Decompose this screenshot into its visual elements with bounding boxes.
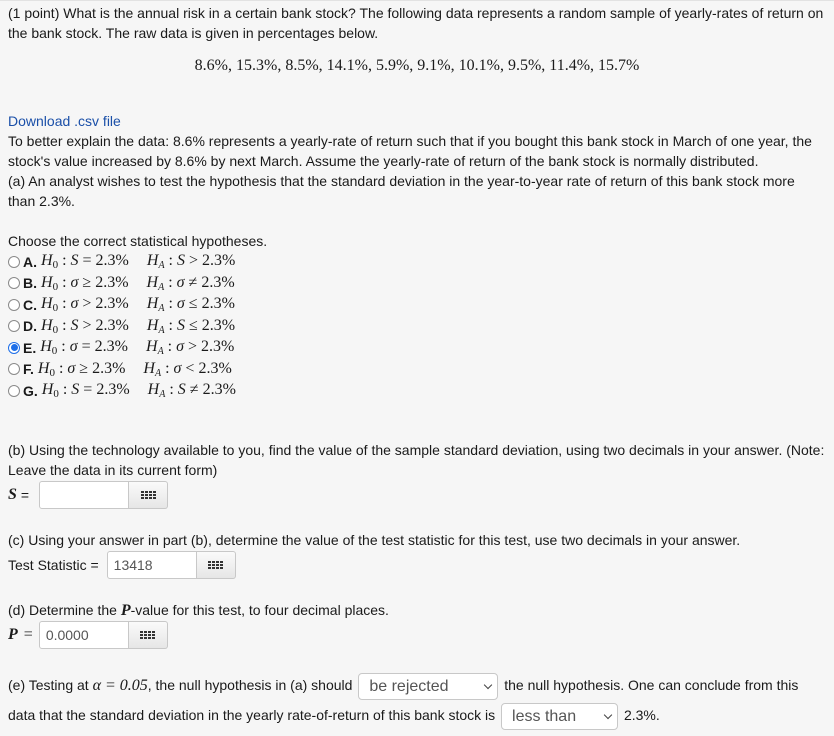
option-letter: E. xyxy=(23,339,37,356)
part-b-line-2: Leave the data in its current form) xyxy=(8,462,218,478)
part-b-line-1: (b) Using the technology available to yo… xyxy=(8,442,825,458)
null-hypothesis: H0 : S = 2.3% xyxy=(41,381,130,400)
equation-editor-button-c[interactable] xyxy=(196,551,236,579)
part-a-line-2: than 2.3%. xyxy=(8,193,75,209)
option-letter: B. xyxy=(23,275,37,291)
explain-line-1: To better explain the data: 8.6% represe… xyxy=(8,133,812,149)
equation-editor-button-b[interactable] xyxy=(129,481,169,509)
alternative-hypothesis: HA : σ ≤ 2.3% xyxy=(146,295,235,314)
conclusion-comparison-select[interactable]: less than xyxy=(501,702,619,730)
alternative-hypothesis: HA : σ ≠ 2.3% xyxy=(146,273,235,293)
explain-line-2: stock's value increased by 8.6% by next … xyxy=(8,153,759,169)
radio-button[interactable] xyxy=(8,363,20,375)
radio-button[interactable] xyxy=(8,384,20,397)
radio-button[interactable] xyxy=(8,320,20,332)
part-c-answer-row: Test Statistic = 13418 xyxy=(8,550,236,580)
equals-sign: = xyxy=(20,487,30,503)
p-variable-label: P xyxy=(8,626,18,643)
part-b-answer-row: S = xyxy=(8,480,169,510)
intro-line-2: the bank stock. The raw data is given in… xyxy=(8,25,379,41)
intro-line-1: (1 point) What is the annual risk in a c… xyxy=(8,5,824,21)
radio-button[interactable] xyxy=(8,298,20,311)
hypotheses-prompt: Choose the correct statistical hypothese… xyxy=(8,233,268,249)
top-divider xyxy=(0,0,834,1)
keypad-icon xyxy=(140,491,156,499)
radio-button[interactable] xyxy=(8,255,20,268)
chevron-down-icon xyxy=(484,680,493,690)
keypad-icon xyxy=(140,631,156,639)
null-hypothesis: H0 : S > 2.3% xyxy=(41,316,129,336)
part-d-text: (d) Determine the P-value for this test,… xyxy=(8,602,389,619)
option-letter: F. xyxy=(23,361,34,377)
alternative-hypothesis: HA : S ≠ 2.3% xyxy=(147,381,236,400)
part-a-line-1: (a) An analyst wishes to test the hypoth… xyxy=(8,173,795,189)
reject-decision-select[interactable]: be rejected xyxy=(358,672,499,700)
null-hypothesis: H0 : σ > 2.3% xyxy=(41,295,129,314)
alternative-hypothesis: HA : S ≤ 2.3% xyxy=(146,316,236,336)
alternative-hypothesis: HA : σ < 2.3% xyxy=(143,359,232,379)
hypothesis-option-b[interactable]: B. H0 : σ ≥ 2.3% HA : σ ≠ 2.3% xyxy=(8,273,235,294)
option-letter: C. xyxy=(23,296,37,313)
s-variable-label: S xyxy=(8,486,17,503)
part-d-answer-row: P = 0.0000 xyxy=(8,620,168,650)
keypad-icon xyxy=(208,561,224,569)
raw-data-values: 8.6%, 15.3%, 8.5%, 14.1%, 5.9%, 9.1%, 10… xyxy=(194,57,640,74)
null-hypothesis: H0 : σ = 2.3% xyxy=(40,338,128,357)
alternative-hypothesis: HA : σ > 2.3% xyxy=(146,338,235,357)
equals-sign: = xyxy=(23,626,33,643)
null-hypothesis: H0 : σ ≥ 2.3% xyxy=(41,273,129,293)
part-c-text: (c) Using your answer in part (b), deter… xyxy=(8,532,741,548)
p-value-input[interactable]: 0.0000 xyxy=(38,621,129,649)
hypothesis-option-e[interactable]: E. H0 : σ = 2.3% HA : σ > 2.3% xyxy=(8,337,234,358)
option-letter: D. xyxy=(23,318,37,334)
radio-button[interactable] xyxy=(8,341,20,354)
hypothesis-option-f[interactable]: F. H0 : σ ≥ 2.3% HA : σ < 2.3% xyxy=(8,359,232,380)
test-statistic-label: Test Statistic = xyxy=(8,557,99,573)
option-letter: A. xyxy=(23,253,37,270)
hypothesis-option-g[interactable]: G. H0 : S = 2.3% HA : S ≠ 2.3% xyxy=(8,380,236,401)
hypothesis-option-c[interactable]: C. H0 : σ > 2.3% HA : σ ≤ 2.3% xyxy=(8,294,235,315)
sample-sd-input[interactable] xyxy=(39,481,130,509)
hypothesis-option-d[interactable]: D. H0 : S > 2.3% HA : S ≤ 2.3% xyxy=(8,316,235,337)
test-statistic-input[interactable]: 13418 xyxy=(106,551,197,579)
alpha-value: α = 0.05 xyxy=(92,677,148,694)
null-hypothesis: H0 : S = 2.3% xyxy=(41,252,129,271)
download-csv-link[interactable]: Download .csv file xyxy=(8,113,121,129)
alternative-hypothesis: HA : S > 2.3% xyxy=(146,252,236,271)
null-hypothesis: H0 : σ ≥ 2.3% xyxy=(37,359,126,379)
part-e-line-1: (e) Testing at α = 0.05, the null hypoth… xyxy=(8,672,798,700)
equation-editor-button-d[interactable] xyxy=(128,621,168,649)
chevron-down-icon xyxy=(603,710,613,720)
part-e-line-2: data that the standard deviation in the … xyxy=(8,702,660,730)
option-letter: G. xyxy=(23,382,38,399)
radio-button[interactable] xyxy=(8,277,20,289)
hypothesis-option-a[interactable]: A. H0 : S = 2.3% HA : S > 2.3% xyxy=(8,251,235,272)
